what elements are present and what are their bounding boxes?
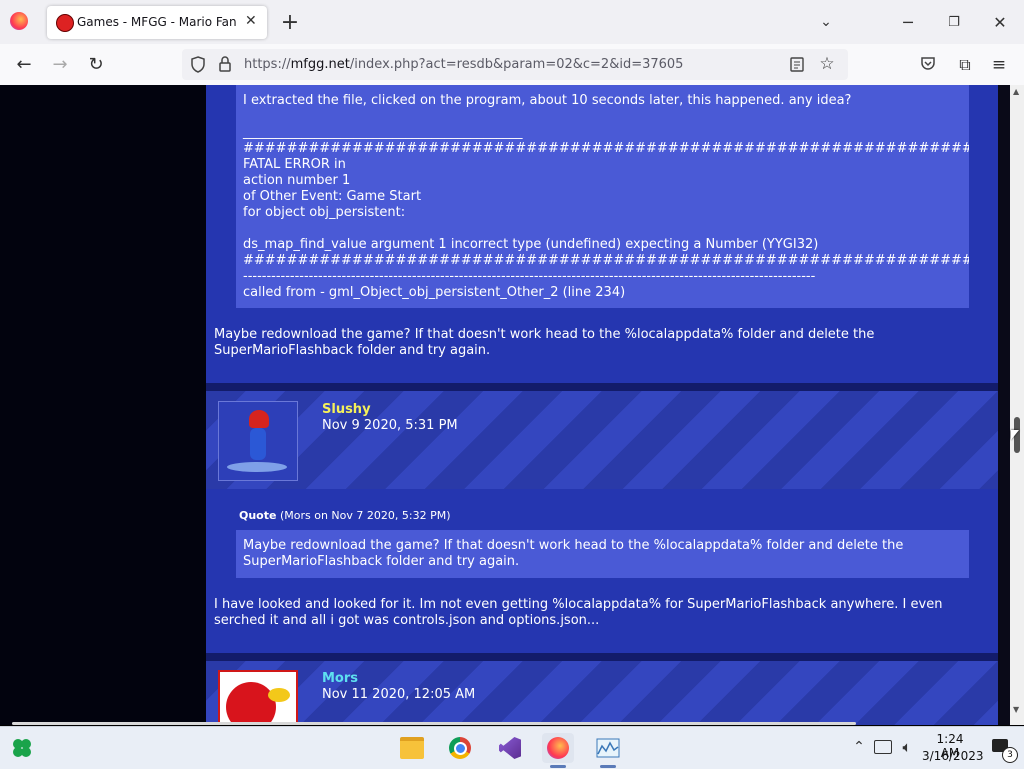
url-prefix: https://: [244, 57, 291, 72]
mushroom-favicon-icon: [56, 14, 74, 32]
close-window-button[interactable]: ✕: [988, 8, 1012, 36]
error-line: ----------------------------------------…: [243, 269, 816, 284]
error-log: ########################################…: [243, 141, 969, 301]
left-background: [0, 85, 206, 725]
tab-title: Games - MFGG - Mario Fan Games Galaxy: [77, 15, 237, 29]
clock-date[interactable]: 3/16/2023: [922, 749, 984, 763]
bird-avatar-icon: [226, 682, 276, 725]
username-mors[interactable]: Mors: [322, 671, 358, 686]
error-line: ds_map_find_value argument 1 incorrect t…: [243, 237, 819, 252]
quote-text: Maybe redownload the game? If that doesn…: [243, 538, 904, 569]
forward-arrow-icon[interactable]: →: [48, 52, 72, 76]
avatar-mors[interactable]: [218, 670, 298, 725]
quote-label: Quote: [239, 509, 277, 522]
post2-body: I have looked and looked for it. Im not …: [214, 597, 943, 628]
error-line: FATAL ERROR in: [243, 157, 346, 172]
post-date: Nov 9 2020, 5:31 PM: [322, 418, 458, 433]
error-line: ########################################…: [243, 253, 969, 268]
back-arrow-icon[interactable]: ←: [12, 52, 36, 76]
resource-monitor-icon[interactable]: [592, 733, 624, 763]
extensions-puzzle-icon[interactable]: ⧉: [954, 54, 976, 76]
page-content: I extracted the file, clicked on the pro…: [0, 85, 1010, 725]
quote-meta: (Mors on Nov 7 2020, 5:32 PM): [279, 509, 451, 522]
taskbar: ⌃ 🔈︎ 1:24 AM 3/16/2023 3: [0, 726, 1024, 769]
error-line: for object obj_persistent:: [243, 205, 406, 220]
volume-icon[interactable]: 🔈︎: [897, 737, 917, 757]
post-divider: [206, 653, 998, 661]
tab-active[interactable]: Games - MFGG - Mario Fan Games Galaxy ✕: [47, 6, 267, 39]
post2-header: Slushy Nov 9 2020, 5:31 PM: [206, 391, 998, 489]
quote-header: Quote (Mors on Nov 7 2020, 5:32 PM): [239, 509, 451, 522]
reader-view-icon[interactable]: [790, 57, 804, 72]
error-line: of Other Event: Game Start: [243, 189, 422, 204]
visual-studio-icon[interactable]: [494, 733, 526, 763]
water-icon: [227, 462, 287, 472]
post-date: Nov 11 2020, 12:05 AM: [322, 687, 476, 702]
quoted-underline: ________________________________________…: [243, 125, 523, 140]
scroll-up-arrow-icon[interactable]: ▲: [1013, 87, 1019, 96]
url-path: /index.php?act=resdb&param=02&c=2&id=376…: [349, 57, 684, 72]
chrome-icon[interactable]: [444, 733, 476, 763]
pocket-icon[interactable]: [920, 56, 936, 72]
error-line: action number 1: [243, 173, 351, 188]
minimize-button[interactable]: ─: [896, 8, 920, 36]
error-line: [243, 221, 969, 237]
mario-body-icon: [250, 428, 266, 460]
error-line: ########################################…: [243, 141, 969, 156]
quoted-question: I extracted the file, clicked on the pro…: [243, 93, 852, 108]
new-tab-button[interactable]: +: [278, 8, 302, 36]
post3-header: Mors Nov 11 2020, 12:05 AM: [206, 661, 998, 725]
reload-icon[interactable]: ↻: [84, 52, 108, 76]
start-clover-icon[interactable]: [6, 733, 38, 763]
list-tabs-chevron-icon[interactable]: ⌄: [814, 10, 838, 34]
beak-icon: [268, 688, 290, 702]
notification-badge: 3: [1002, 747, 1018, 763]
mouse-cursor-icon: [1011, 430, 1019, 440]
bookmark-star-icon[interactable]: ☆: [816, 53, 838, 75]
url-text[interactable]: https://mfgg.net/index.php?act=resdb&par…: [244, 57, 683, 72]
shield-icon[interactable]: [190, 56, 206, 73]
maximize-button[interactable]: ❐: [942, 8, 966, 36]
menu-hamburger-icon[interactable]: ≡: [988, 54, 1010, 76]
h-scroll-thumb[interactable]: [12, 722, 856, 725]
error-line: called from - gml_Object_obj_persistent_…: [243, 285, 626, 300]
close-tab-icon[interactable]: ✕: [245, 13, 257, 29]
vertical-scrollbar[interactable]: ▲ ▼: [1010, 85, 1024, 725]
tab-bar: Games - MFGG - Mario Fan Games Galaxy ✕ …: [0, 0, 1024, 44]
firefox-view-icon[interactable]: [10, 12, 28, 30]
url-host: mfgg.net: [290, 57, 350, 72]
posts-column: I extracted the file, clicked on the pro…: [206, 85, 998, 725]
lock-icon[interactable]: [218, 56, 232, 72]
file-explorer-icon[interactable]: [396, 733, 428, 763]
username-slushy[interactable]: Slushy: [322, 402, 371, 417]
firefox-taskbar-icon[interactable]: [542, 733, 574, 763]
post-divider: [206, 383, 998, 391]
quote-box-error: I extracted the file, clicked on the pro…: [236, 85, 969, 308]
avatar-slushy[interactable]: [218, 401, 298, 481]
mario-avatar-icon: [249, 410, 269, 428]
url-bar[interactable]: https://mfgg.net/index.php?act=resdb&par…: [182, 49, 848, 80]
scroll-down-arrow-icon[interactable]: ▼: [1013, 705, 1019, 714]
quote-box: Maybe redownload the game? If that doesn…: [236, 530, 969, 578]
network-icon[interactable]: [874, 740, 892, 754]
tray-chevron-up-icon[interactable]: ⌃: [850, 737, 868, 757]
post1-reply: Maybe redownload the game? If that doesn…: [214, 327, 875, 358]
